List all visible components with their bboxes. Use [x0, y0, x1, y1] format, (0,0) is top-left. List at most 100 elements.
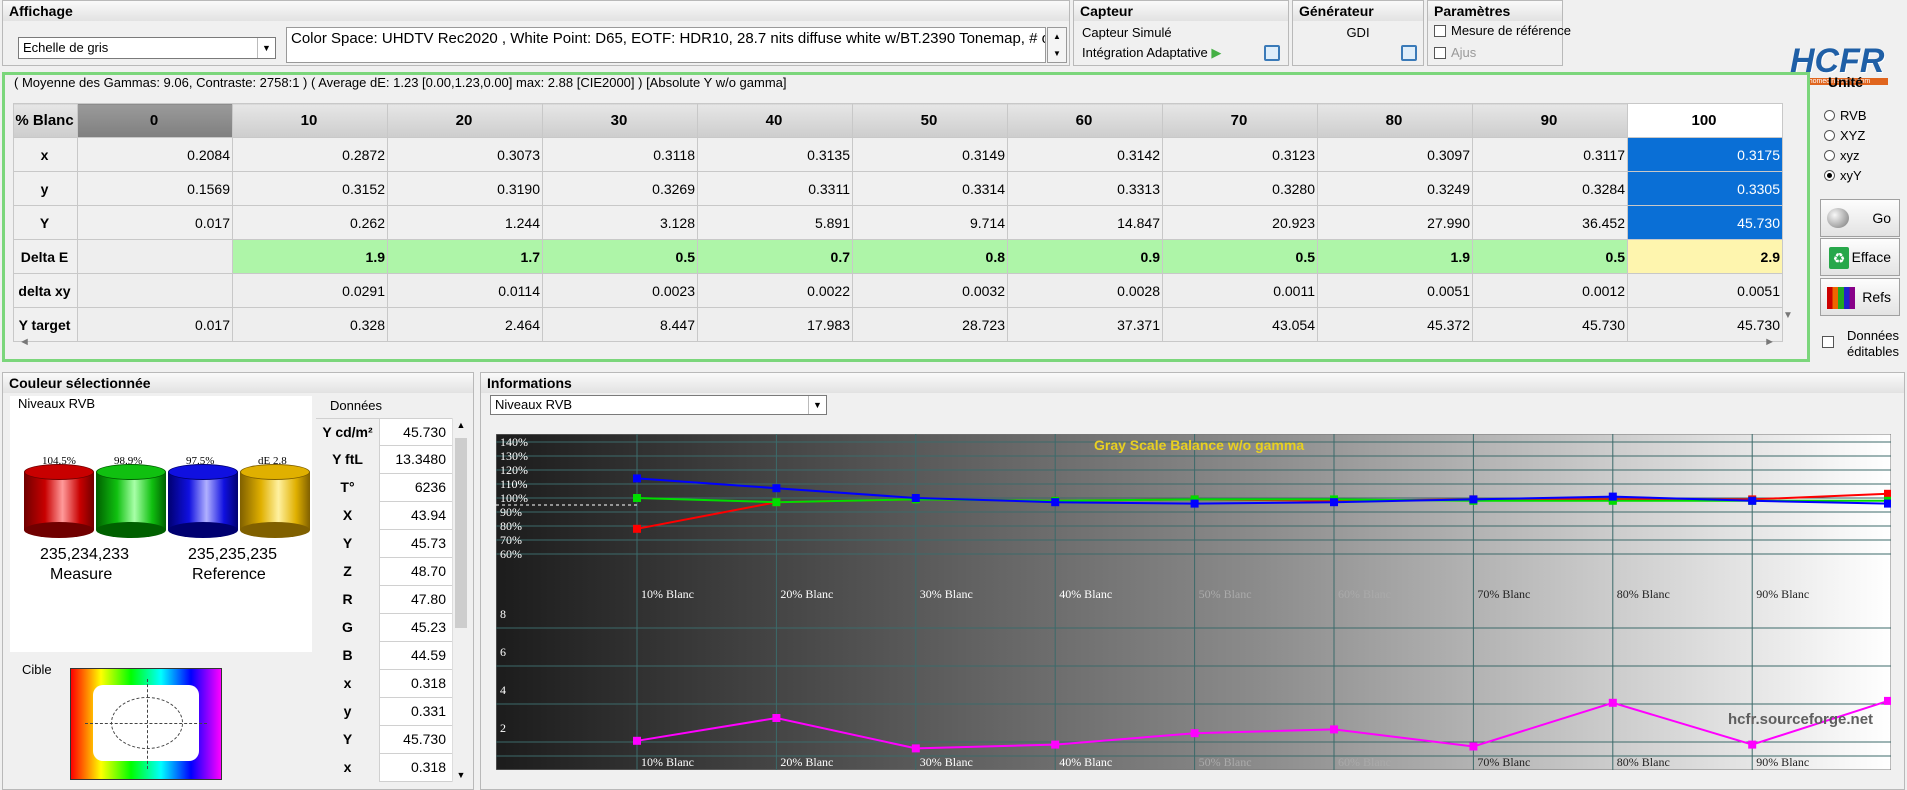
donnees-row[interactable]: Y cd/m² 45.730	[316, 418, 452, 447]
column-header-60[interactable]: 60	[1007, 103, 1163, 138]
donnees-row[interactable]: x 0.318	[316, 670, 452, 698]
table-cell[interactable]: 0.3073	[387, 137, 543, 172]
column-header-40[interactable]: 40	[697, 103, 853, 138]
reference-measure-checkbox[interactable]: Mesure de référence	[1434, 23, 1571, 38]
table-cell[interactable]: 9.714	[852, 205, 1008, 240]
table-cell[interactable]: 0.3190	[387, 171, 543, 206]
table-cell[interactable]: 27.990	[1317, 205, 1473, 240]
table-cell[interactable]: 0.5	[1472, 239, 1628, 274]
table-cell[interactable]: 36.452	[1472, 205, 1628, 240]
table-cell[interactable]: 14.847	[1007, 205, 1163, 240]
table-cell[interactable]: 0.3123	[1162, 137, 1318, 172]
table-cell[interactable]: 0.2872	[232, 137, 388, 172]
table-cell[interactable]: 0.262	[232, 205, 388, 240]
data-point	[1330, 498, 1338, 507]
display-mode-select[interactable]: Echelle de gris ▼	[18, 37, 276, 59]
table-cell[interactable]: 0.3249	[1317, 171, 1473, 206]
table-cell[interactable]: 0.0022	[697, 273, 853, 308]
table-cell[interactable]: 0.8	[852, 239, 1008, 274]
column-header-50[interactable]: 50	[852, 103, 1008, 138]
table-cell[interactable]: 0.0032	[852, 273, 1008, 308]
table-cell[interactable]: 0.0051	[1627, 273, 1783, 308]
column-header-0[interactable]: 0	[77, 103, 233, 138]
info-mode-select[interactable]: Niveaux RVB ▼	[490, 395, 827, 415]
table-cell[interactable]: 0.5	[1162, 239, 1318, 274]
column-header-70[interactable]: 70	[1162, 103, 1318, 138]
donnees-row[interactable]: Y 45.73	[316, 530, 452, 558]
table-cell[interactable]: 0.2084	[77, 137, 233, 172]
donnees-row[interactable]: Y ftL 13.3480	[316, 446, 452, 474]
table-cell[interactable]: 0.017	[77, 205, 233, 240]
table-cell[interactable]: 2.9	[1627, 239, 1783, 274]
donnees-row[interactable]: Y 45.730	[316, 726, 452, 754]
table-cell[interactable]	[77, 273, 233, 308]
table-cell[interactable]: 20.923	[1162, 205, 1318, 240]
table-cell[interactable]: 45.730	[1627, 205, 1783, 240]
table-cell[interactable]: 1.7	[387, 239, 543, 274]
table-vscroll[interactable]: ▼	[1783, 310, 1793, 321]
table-cell[interactable]: 0.3305	[1627, 171, 1783, 206]
table-cell[interactable]: 0.3117	[1472, 137, 1628, 172]
donnees-row[interactable]: R 47.80	[316, 586, 452, 614]
description-scroll[interactable]: ▲ ▼	[1047, 27, 1067, 63]
table-cell[interactable]: 0.3313	[1007, 171, 1163, 206]
table-cell[interactable]	[77, 239, 233, 274]
table-cell[interactable]: 0.0012	[1472, 273, 1628, 308]
column-header-80[interactable]: 80	[1317, 103, 1473, 138]
column-header-20[interactable]: 20	[387, 103, 543, 138]
table-cell[interactable]: 0.0023	[542, 273, 698, 308]
column-header-100[interactable]: 100	[1627, 103, 1783, 138]
play-icon[interactable]: ▶	[1211, 45, 1221, 60]
table-cell[interactable]: 5.891	[697, 205, 853, 240]
refs-button[interactable]: Refs	[1820, 278, 1900, 316]
table-cell[interactable]: 0.3311	[697, 171, 853, 206]
donnees-row[interactable]: Z 48.70	[316, 558, 452, 586]
table-cell[interactable]: 0.9	[1007, 239, 1163, 274]
table-cell[interactable]: 0.3280	[1162, 171, 1318, 206]
table-cell[interactable]: 0.3149	[852, 137, 1008, 172]
donnees-row[interactable]: B 44.59	[316, 642, 452, 670]
table-cell[interactable]: 0.0291	[232, 273, 388, 308]
table-cell[interactable]: 0.3135	[697, 137, 853, 172]
column-header-10[interactable]: 10	[232, 103, 388, 138]
table-cell[interactable]: 1.9	[232, 239, 388, 274]
unite-option-xyy[interactable]: xyY	[1824, 168, 1862, 183]
donnees-row[interactable]: G 45.23	[316, 614, 452, 642]
donnees-key: R	[316, 586, 380, 614]
table-cell[interactable]: 1.9	[1317, 239, 1473, 274]
column-header-90[interactable]: 90	[1472, 103, 1628, 138]
unite-option-xyz[interactable]: xyz	[1824, 148, 1860, 163]
table-cell[interactable]: 0.3097	[1317, 137, 1473, 172]
scroll-thumb[interactable]	[455, 438, 467, 628]
go-button[interactable]: Go	[1820, 199, 1900, 237]
table-cell[interactable]: 3.128	[542, 205, 698, 240]
efface-button[interactable]: ♻ Efface	[1820, 238, 1900, 276]
donnees-scrollbar[interactable]: ▲ ▼	[452, 418, 469, 782]
donnees-row[interactable]: T° 6236	[316, 474, 452, 502]
table-cell[interactable]: 0.0011	[1162, 273, 1318, 308]
donnees-row[interactable]: y 0.331	[316, 698, 452, 726]
table-cell[interactable]: 0.3118	[542, 137, 698, 172]
table-cell[interactable]: 0.3152	[232, 171, 388, 206]
table-cell[interactable]: 0.1569	[77, 171, 233, 206]
table-cell[interactable]: 0.0114	[387, 273, 543, 308]
table-cell[interactable]: 0.3314	[852, 171, 1008, 206]
unite-option-xyz[interactable]: XYZ	[1824, 128, 1865, 143]
table-cell[interactable]: 0.3175	[1627, 137, 1783, 172]
adjust-checkbox[interactable]: Ajus	[1434, 45, 1476, 60]
sensor-config-icon[interactable]	[1264, 45, 1280, 61]
donnees-row[interactable]: x 0.318	[316, 754, 452, 782]
donnees-row[interactable]: X 43.94	[316, 502, 452, 530]
table-cell[interactable]: 0.3269	[542, 171, 698, 206]
table-cell[interactable]: 1.244	[387, 205, 543, 240]
column-header-30[interactable]: 30	[542, 103, 698, 138]
table-cell[interactable]: 0.0051	[1317, 273, 1473, 308]
table-cell[interactable]: 0.0028	[1007, 273, 1163, 308]
unite-option-rvb[interactable]: RVB	[1824, 108, 1867, 123]
table-cell[interactable]: 0.3284	[1472, 171, 1628, 206]
table-cell[interactable]: 0.5	[542, 239, 698, 274]
table-cell[interactable]: 0.7	[697, 239, 853, 274]
table-cell[interactable]: 0.3142	[1007, 137, 1163, 172]
generator-config-icon[interactable]	[1401, 45, 1417, 61]
table-hscroll[interactable]: ◄ ►	[13, 336, 1785, 352]
